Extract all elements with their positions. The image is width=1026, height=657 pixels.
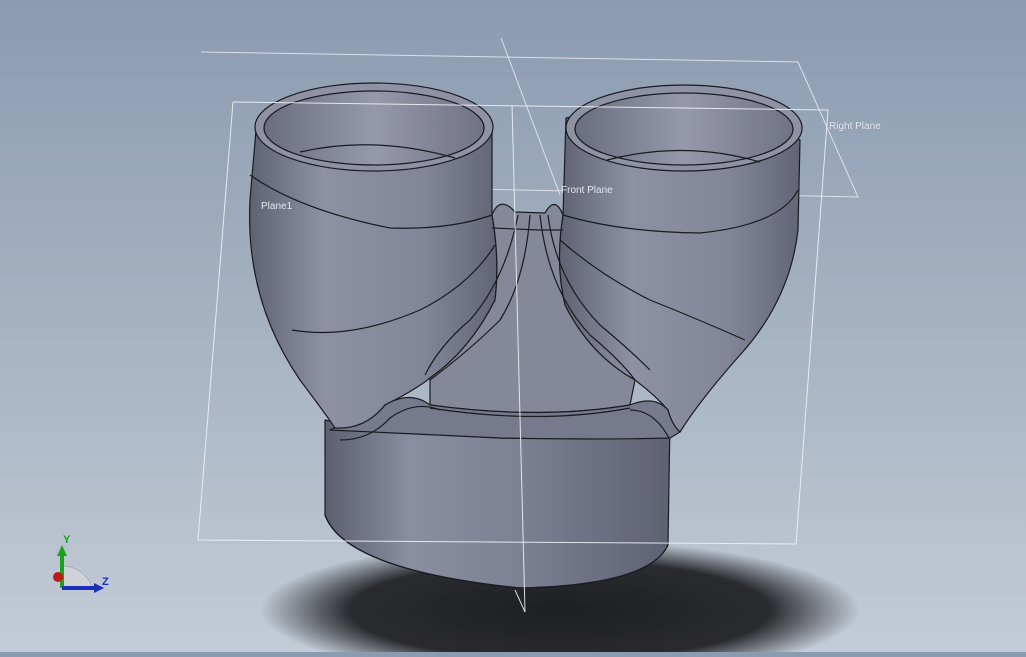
plane1-label[interactable]: Plane1 (261, 201, 292, 212)
wye-pipe-fitting[interactable] (248, 82, 803, 589)
triad-plane-disc (61, 565, 93, 589)
right-plane-label[interactable]: Right Plane (829, 121, 881, 132)
left-opening-inner (263, 90, 485, 166)
orientation-triad[interactable] (53, 545, 104, 593)
front-plane-label[interactable]: Front Plane (561, 185, 613, 196)
triad-x-axis (53, 572, 63, 582)
triad-z-label: Z (102, 576, 109, 588)
graphics-viewport[interactable]: Right Plane Front Plane Plane1 Y Z (0, 0, 1026, 657)
right-opening-inner (574, 92, 794, 166)
model-scene[interactable] (0, 0, 1026, 657)
triad-y-label: Y (63, 534, 71, 546)
triad-y-arrow (57, 545, 67, 556)
